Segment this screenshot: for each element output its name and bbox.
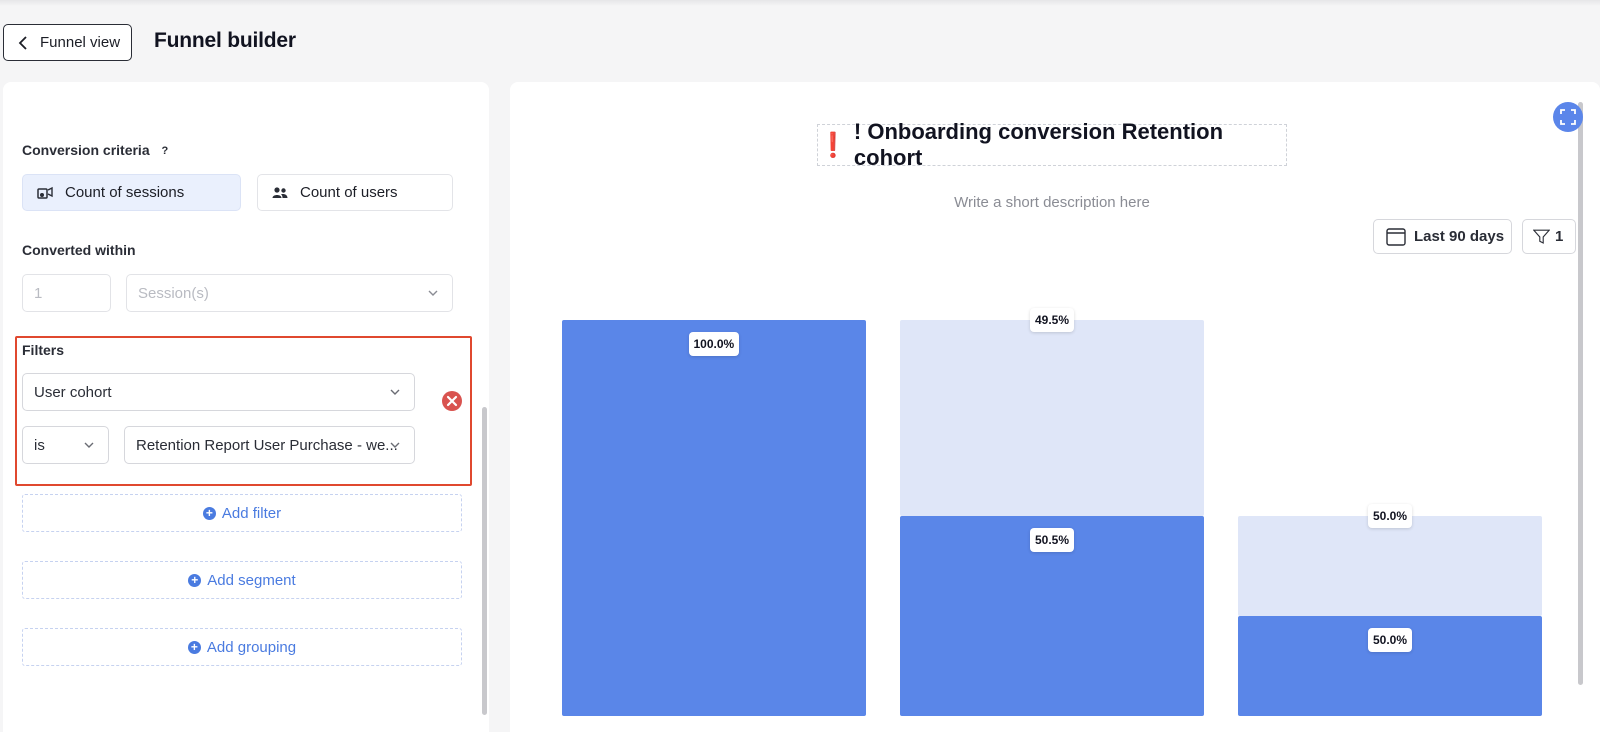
chevron-left-icon [18,35,27,50]
count-of-users-button[interactable]: Count of users [257,174,453,211]
add-grouping-button[interactable]: + Add grouping [22,628,462,666]
users-icon [272,186,288,198]
add-grouping-label: Add grouping [206,638,297,656]
dropoff-bar[interactable] [900,320,1204,517]
filter-operator-select[interactable]: is [22,426,109,464]
filter-property-value: User cohort [34,383,112,401]
converted-label: 50.5% [1030,528,1075,553]
chevron-down-icon [428,290,438,296]
expand-icon [1560,109,1576,125]
filter-count: 1 [1555,228,1564,245]
calendar-icon [1386,227,1406,246]
date-range-label: Last 90 days [1414,228,1505,245]
date-range-button[interactable]: Last 90 days [1373,219,1512,254]
converted-bar[interactable] [562,320,866,716]
conversion-criteria-heading: Conversion criteria ? [22,142,168,158]
filter-value-select[interactable]: Retention Report User Purchase - we... [124,426,415,464]
remove-filter-icon[interactable] [442,391,462,411]
back-button-label: Funnel view [40,34,121,51]
chart-scrollbar[interactable] [1578,102,1583,685]
count-of-sessions-button[interactable]: Count of sessions [22,174,241,211]
chart-title-text: ! Onboarding conversion Retention cohort [853,119,1224,170]
fullscreen-button[interactable] [1553,102,1583,132]
add-segment-button[interactable]: + Add segment [22,561,462,599]
chevron-down-icon [390,389,400,395]
filters-label: Filters [22,342,65,358]
unit-select-placeholder: Session(s) [138,284,209,302]
help-icon[interactable]: ? [162,145,169,157]
plus-circle-icon: + [202,506,216,520]
dropoff-label: 50.0% [1368,504,1413,529]
add-segment-label: Add segment [207,571,296,589]
chart-description-input[interactable]: Write a short description here [817,194,1287,211]
conversion-criteria-label: Conversion criteria [22,142,150,158]
filter-operator-value: is [34,436,45,454]
filter-value-text: Retention Report User Purchase - we... [136,436,398,454]
filter-funnel-icon [1533,229,1550,244]
add-filter-button[interactable]: + Add filter [22,494,462,532]
converted-within-unit-select[interactable]: Session(s) [126,274,453,312]
plus-circle-icon: + [188,573,202,587]
plus-circle-icon: + [187,640,201,654]
funnel-view-back-button[interactable]: Funnel view [3,24,132,61]
converted-within-count-input[interactable]: 1 [22,274,111,312]
exclamation-icon: ❗ [818,131,848,159]
settings-scrollbar[interactable] [482,407,487,715]
top-bar [0,0,1600,6]
converted-within-label: Converted within [22,242,136,258]
count-input-placeholder: 1 [34,284,43,302]
chart-filter-button[interactable]: 1 [1522,219,1576,254]
chevron-down-icon [390,442,400,448]
converted-label: 100.0% [688,332,740,356]
dropoff-label: 49.5% [1030,308,1075,332]
filter-property-select[interactable]: User cohort [22,373,415,411]
count-of-sessions-label: Count of sessions [65,184,185,201]
count-of-users-label: Count of users [300,184,398,201]
chart-title[interactable]: ❗ ! Onboarding conversion Retention coho… [817,119,1287,170]
converted-label: 50.0% [1368,628,1413,652]
sessions-icon [37,186,53,199]
page-title: Funnel builder [154,29,296,52]
add-filter-label: Add filter [221,504,282,522]
dropoff-bar[interactable] [1238,516,1542,616]
chevron-down-icon [84,442,94,448]
